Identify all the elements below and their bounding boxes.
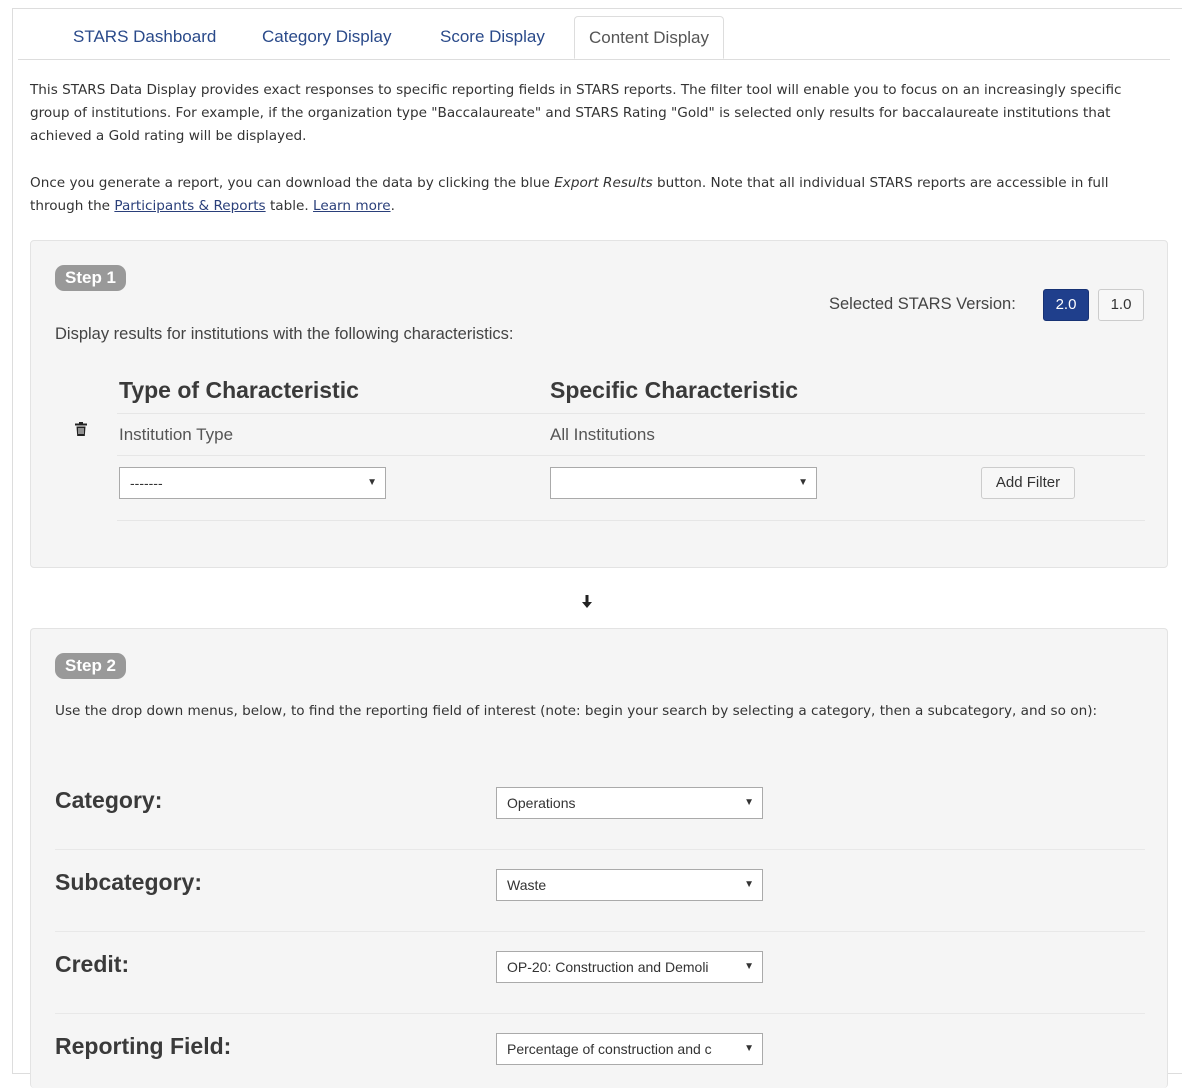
credit-select-value: OP-20: Construction and Demoli [507, 959, 709, 975]
category-select[interactable]: Operations ▼ [496, 787, 763, 819]
caret-down-icon: ▼ [744, 961, 754, 972]
tab-bar: STARS Dashboard Category Display Score D… [18, 16, 1170, 60]
intro-paragraph: This STARS Data Display provides exact r… [30, 82, 1122, 144]
intro-text: . [390, 198, 395, 214]
version-2-button[interactable]: 2.0 [1043, 289, 1089, 321]
filter-specific-value: All Institutions [550, 425, 655, 444]
intro-text: table. [265, 198, 314, 214]
credit-select[interactable]: OP-20: Construction and Demoli ▼ [496, 951, 763, 983]
tab-content-display[interactable]: Content Display [574, 16, 725, 59]
field-divider [55, 1013, 1145, 1014]
field-divider [55, 849, 1145, 850]
row-divider [117, 413, 1145, 414]
step2-description: Use the drop down menus, below, to find … [55, 703, 1098, 719]
category-label: Category: [55, 787, 163, 813]
version-1-button[interactable]: 1.0 [1098, 289, 1144, 321]
characteristic-type-select[interactable]: ------- ▼ [119, 467, 386, 499]
reporting-field-select-value: Percentage of construction and c [507, 1041, 712, 1057]
caret-down-icon: ▼ [744, 797, 754, 808]
subcategory-label: Subcategory: [55, 869, 202, 895]
step1-description: Display results for institutions with th… [55, 325, 514, 343]
characteristic-type-value: ------- [130, 475, 163, 491]
row-divider [117, 455, 1145, 456]
row-divider [117, 520, 1145, 521]
tab-score-display[interactable]: Score Display [440, 16, 545, 58]
down-arrow-icon [582, 595, 592, 608]
tab-category-display[interactable]: Category Display [262, 16, 391, 58]
filter-type-value: Institution Type [119, 425, 234, 444]
export-results-emphasis: Export Results [554, 175, 653, 191]
version-label: Selected STARS Version: [829, 295, 1016, 313]
field-divider [55, 931, 1145, 932]
step2-panel: Step 2 Use the drop down menus, below, t… [30, 628, 1168, 1088]
reporting-field-label: Reporting Field: [55, 1033, 232, 1059]
learn-more-link[interactable]: Learn more [313, 198, 391, 214]
trash-icon[interactable] [75, 422, 87, 436]
participants-reports-link[interactable]: Participants & Reports [114, 198, 265, 214]
step1-badge: Step 1 [55, 265, 127, 291]
caret-down-icon: ▼ [798, 477, 808, 488]
credit-label: Credit: [55, 951, 130, 977]
step1-panel: Step 1 Selected STARS Version: 2.0 1.0 D… [30, 240, 1168, 568]
intro-export-paragraph: Once you generate a report, you can down… [30, 172, 1160, 218]
subcategory-select-value: Waste [507, 877, 547, 893]
column-specific-heading: Specific Characteristic [550, 377, 799, 403]
add-filter-button[interactable]: Add Filter [981, 467, 1075, 499]
caret-down-icon: ▼ [744, 879, 754, 890]
step2-badge: Step 2 [55, 653, 127, 679]
column-type-heading: Type of Characteristic [119, 377, 359, 403]
intro-text: Once you generate a report, you can down… [30, 175, 555, 191]
caret-down-icon: ▼ [744, 1043, 754, 1054]
category-select-value: Operations [507, 795, 576, 811]
subcategory-select[interactable]: Waste ▼ [496, 869, 763, 901]
caret-down-icon: ▼ [367, 477, 377, 488]
tab-stars-dashboard[interactable]: STARS Dashboard [73, 16, 216, 58]
specific-characteristic-select[interactable]: ▼ [550, 467, 817, 499]
reporting-field-select[interactable]: Percentage of construction and c ▼ [496, 1033, 763, 1065]
